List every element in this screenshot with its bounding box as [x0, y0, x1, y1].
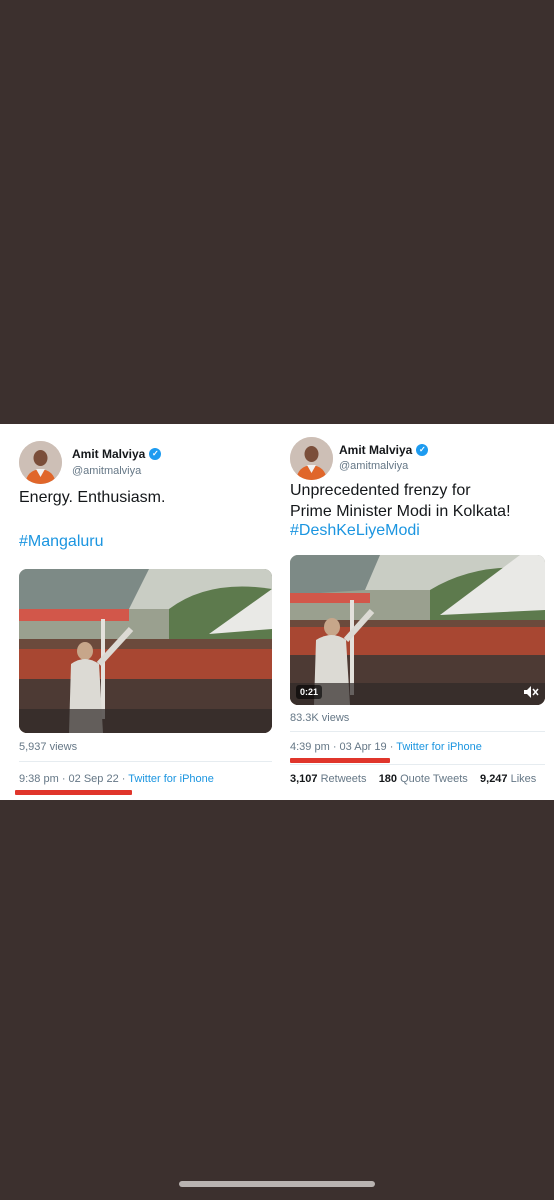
tweet-text-line-2: Prime Minister Modi in Kolkata! — [290, 503, 511, 520]
highlight-underline — [290, 758, 390, 763]
view-count: 5,937 views — [19, 741, 78, 753]
verified-badge-icon: ✓ — [416, 444, 429, 456]
user-handle[interactable]: @amitmalviya — [339, 460, 408, 472]
quote-tweets-stat[interactable]: 180 Quote Tweets — [379, 773, 468, 785]
view-count: 83.3K views — [290, 712, 350, 724]
highlight-underline — [15, 790, 132, 795]
tweet-timestamp: 9:38 pm · 02 Sep 22 · Twitter for iPhone — [19, 773, 214, 785]
divider — [19, 761, 272, 762]
tweet-stats: 3,107 Retweets 180 Quote Tweets 9,247 Li… — [290, 773, 536, 785]
user-name[interactable]: Amit Malviya ✓ — [339, 443, 429, 457]
avatar[interactable] — [19, 441, 62, 484]
verified-badge-icon: ✓ — [149, 448, 162, 460]
tweet-time[interactable]: 4:39 pm — [290, 741, 330, 753]
hashtag-link[interactable]: #Mangaluru — [19, 533, 104, 551]
user-name-text: Amit Malviya — [339, 443, 413, 457]
divider — [290, 764, 545, 765]
avatar[interactable] — [290, 437, 333, 480]
tweet-text: Energy. Enthusiasm. — [19, 489, 166, 506]
tweet-date[interactable]: 03 Apr 19 — [340, 741, 387, 753]
rally-crowd-image — [290, 555, 545, 705]
home-indicator[interactable] — [179, 1181, 375, 1187]
user-name-text: Amit Malviya — [72, 447, 146, 461]
user-name[interactable]: Amit Malviya ✓ — [72, 447, 162, 461]
tweet-video[interactable]: 0:21 — [290, 555, 545, 705]
video-duration: 0:21 — [296, 685, 323, 699]
hashtag-link[interactable]: #DeshKeLiyeModi — [290, 522, 420, 540]
tweet-time[interactable]: 9:38 pm — [19, 773, 59, 785]
tweet-video[interactable] — [19, 569, 272, 733]
tweet-left: Amit Malviya ✓ @amitmalviya Energy. Enth… — [0, 424, 277, 800]
screenshot-card: Amit Malviya ✓ @amitmalviya Energy. Enth… — [0, 424, 554, 800]
tweet-date[interactable]: 02 Sep 22 — [69, 773, 119, 785]
likes-stat[interactable]: 9,247 Likes — [480, 773, 536, 785]
tweet-source-link[interactable]: Twitter for iPhone — [396, 741, 482, 753]
tweet-right: Amit Malviya ✓ @amitmalviya Unprecedente… — [277, 424, 554, 800]
tweet-timestamp: 4:39 pm · 03 Apr 19 · Twitter for iPhone — [290, 741, 482, 753]
user-handle[interactable]: @amitmalviya — [72, 465, 141, 477]
retweets-stat[interactable]: 3,107 Retweets — [290, 773, 366, 785]
mute-icon[interactable] — [523, 685, 539, 699]
divider — [290, 731, 545, 732]
tweet-text-line-1: Unprecedented frenzy for — [290, 482, 471, 499]
tweet-source-link[interactable]: Twitter for iPhone — [128, 773, 214, 785]
rally-crowd-image — [19, 569, 272, 733]
